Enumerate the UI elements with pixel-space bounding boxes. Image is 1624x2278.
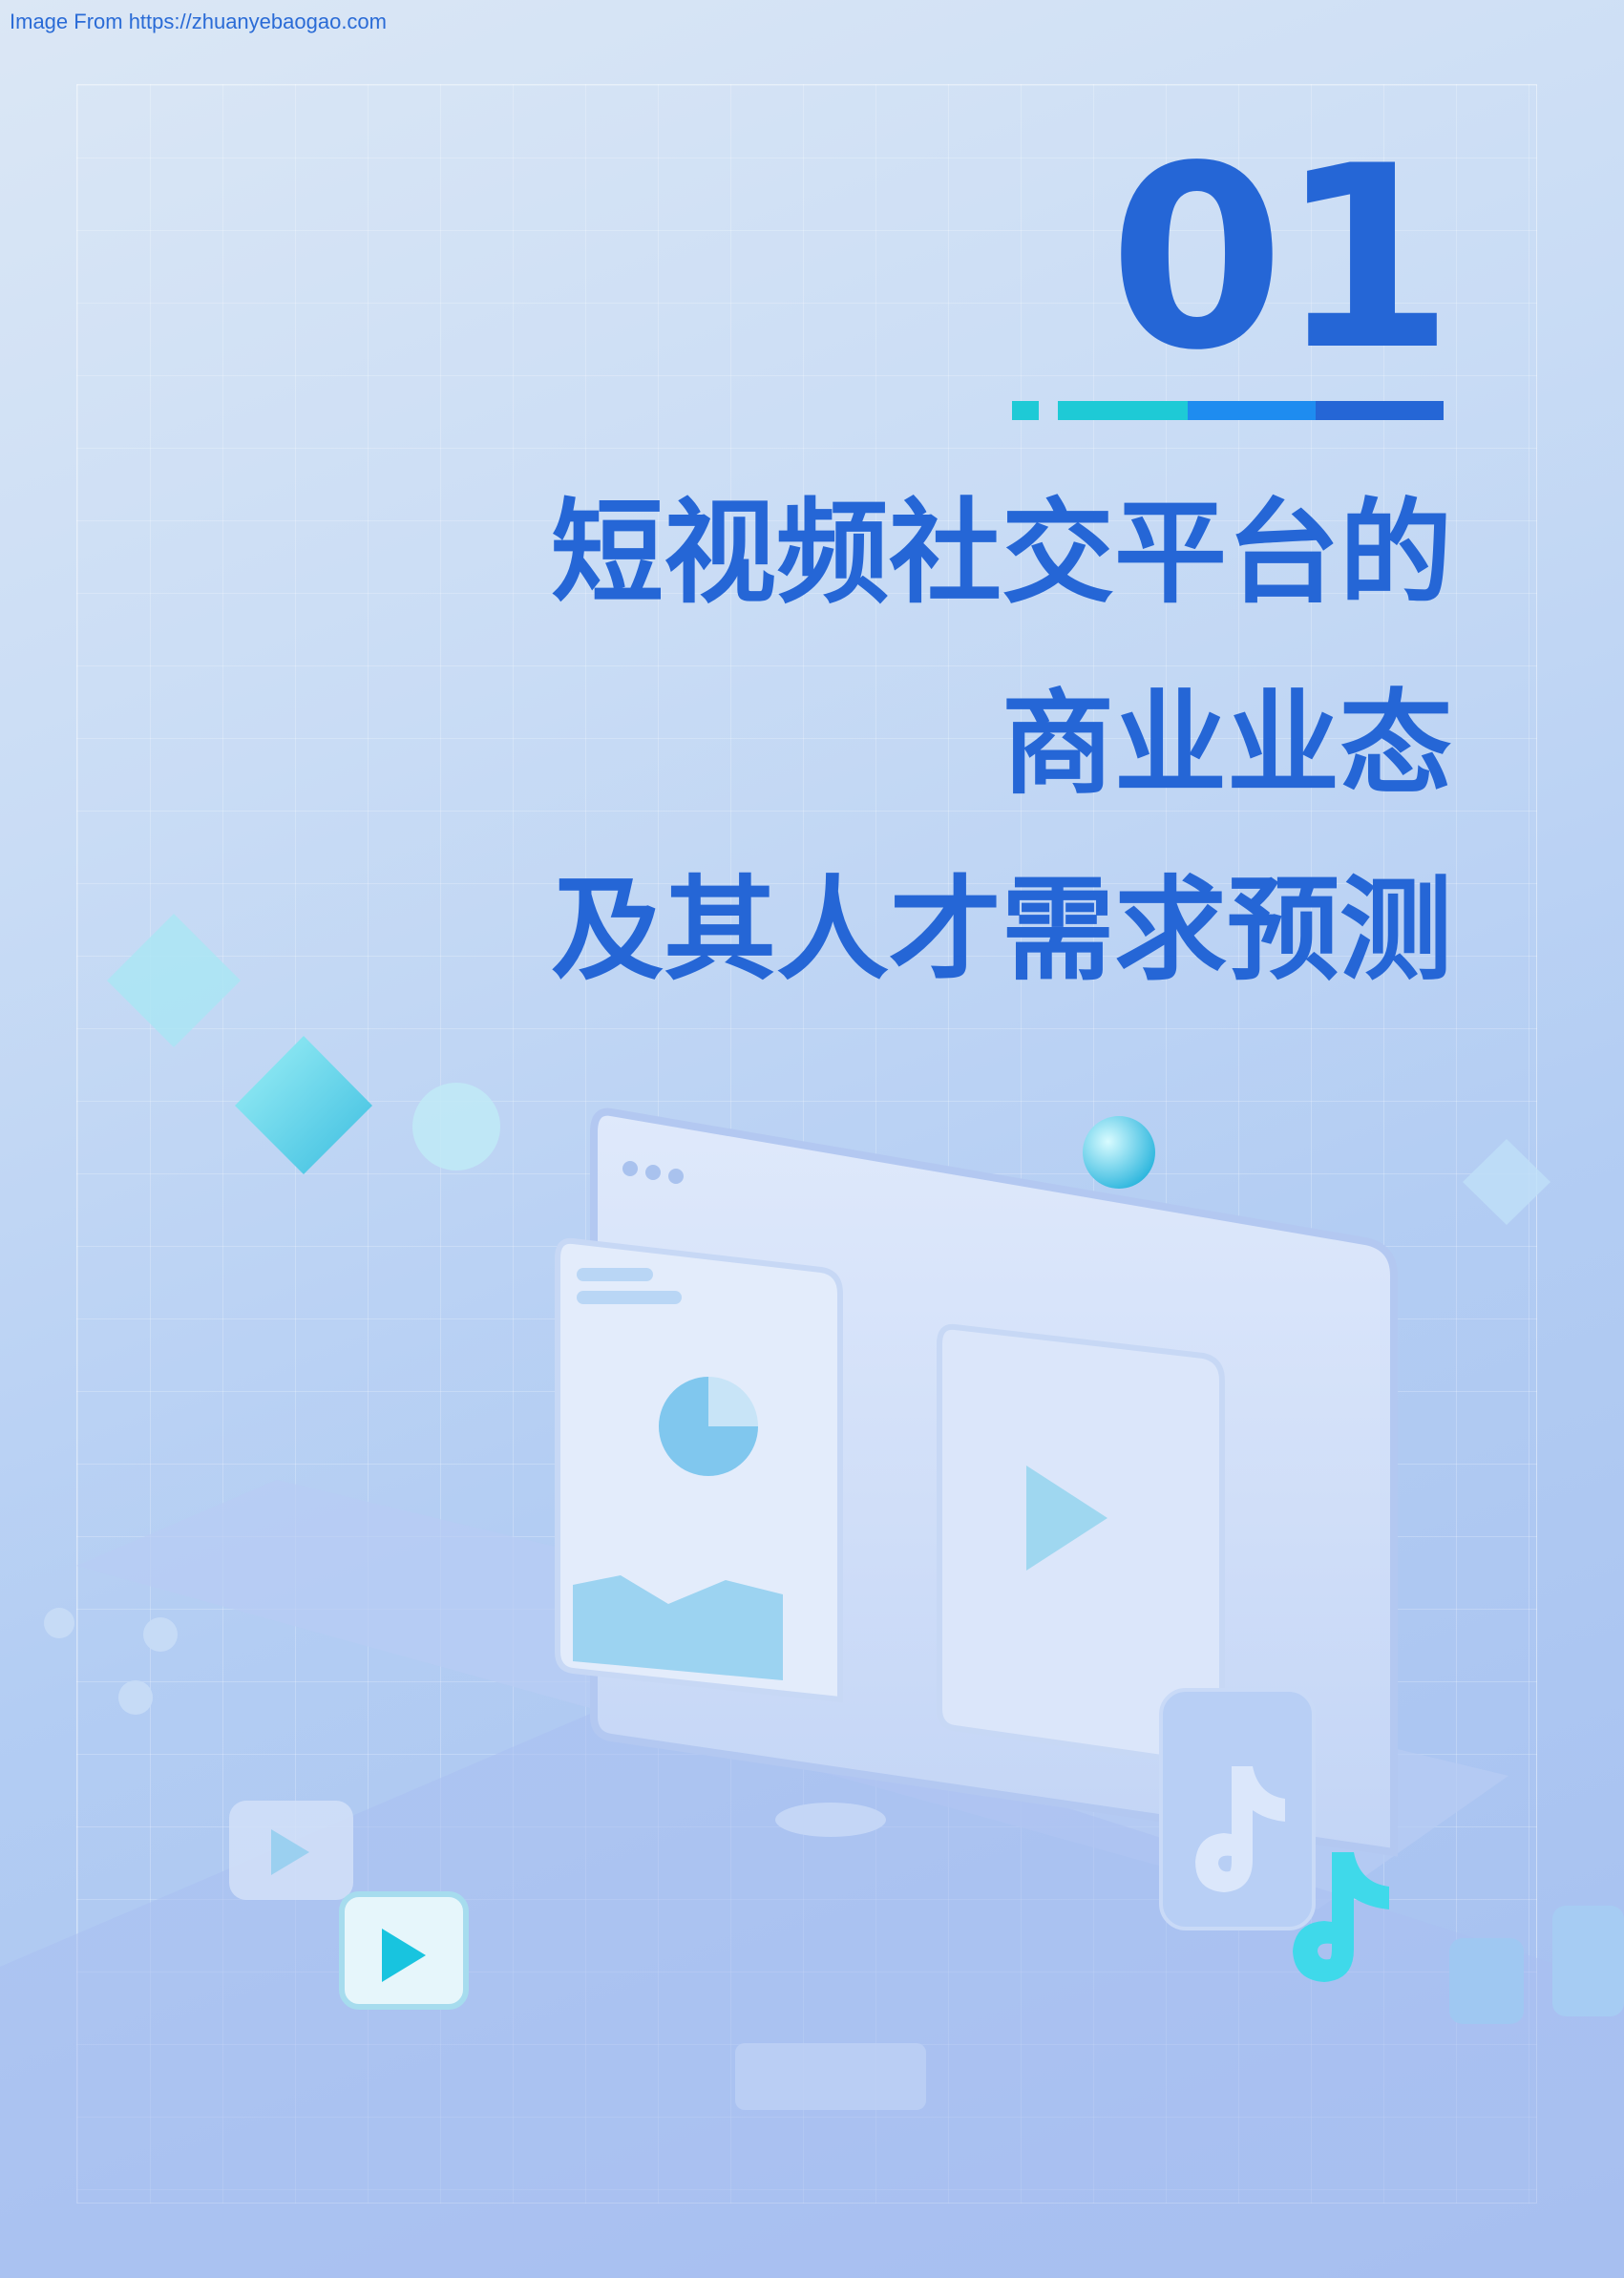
source-watermark: Image From https://zhuanyebaogao.com (10, 10, 387, 33)
title-line-1: 短视频社交平台的 (550, 487, 1452, 619)
accent-bar-segment (1058, 401, 1188, 420)
sphere-icon (118, 1680, 153, 1715)
accent-bar-segment (1316, 401, 1444, 420)
title-line-2: 商业业态 (1001, 678, 1452, 810)
sphere-icon (143, 1617, 178, 1652)
decorative-illustration (0, 914, 1624, 2278)
sphere-icon (412, 1083, 500, 1171)
accent-bar-segment (1188, 401, 1316, 420)
chapter-number: 01 (1108, 113, 1454, 406)
pedestal (775, 1803, 886, 1837)
pedestal (735, 2043, 926, 2110)
sphere-icon (44, 1608, 74, 1638)
accent-bar-segment (1012, 401, 1039, 420)
diamond-icon (235, 1036, 372, 1174)
diamond-icon (1463, 1139, 1550, 1225)
sphere-icon (1083, 1116, 1155, 1189)
cylinder-shape (1449, 1938, 1524, 2024)
diamond-icon (107, 914, 241, 1047)
cylinder-shape (1552, 1906, 1624, 2016)
